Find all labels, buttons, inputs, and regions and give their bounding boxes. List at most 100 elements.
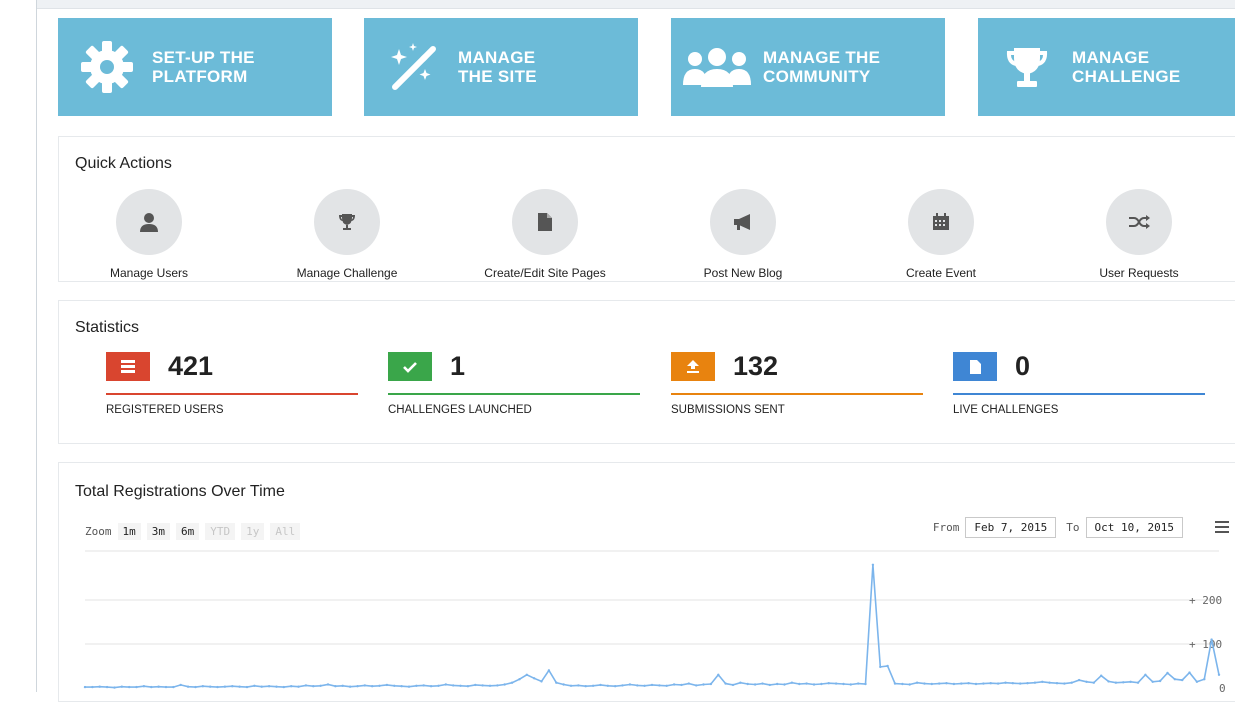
data-point [194,685,197,689]
data-point [1144,673,1147,676]
data-point [1063,682,1066,685]
data-point [1011,682,1014,685]
stat-label: CHALLENGES LAUNCHED [388,404,532,416]
series-line [85,564,1220,689]
data-point [1217,673,1221,676]
data-point [356,685,359,688]
to-label: To [1066,521,1080,534]
data-point [930,682,933,686]
data-point [849,683,852,686]
data-point [783,683,786,686]
data-point [746,682,749,686]
data-point [400,685,403,688]
data-point [1122,681,1125,684]
data-point [422,684,425,687]
stat-underline [106,393,358,395]
trophy-icon [998,38,1056,96]
data-point [805,682,808,685]
data-point [1210,638,1213,641]
data-point [636,684,639,687]
data-point [407,685,411,688]
quick-action-label: Create/Edit Site Pages [484,266,606,280]
data-point [231,685,234,688]
data-point [599,683,602,687]
data-point [164,685,168,689]
data-point [341,684,344,687]
data-point [790,681,794,684]
tile-label: MANAGE THE COMMUNITY [763,48,881,86]
data-point [172,685,175,689]
panel-title: Quick Actions [75,155,172,172]
data-point [1055,682,1059,685]
data-point [525,673,528,676]
data-point [614,685,617,688]
data-point [1181,678,1184,682]
from-label: From [932,521,960,534]
data-point [128,685,131,689]
calendar-icon [908,189,974,255]
data-point [1085,680,1088,683]
data-point [982,682,985,685]
quick-actions-panel: Quick Actions Manage Users Manage Challe… [58,136,1235,282]
data-point [216,685,219,689]
quick-action-label: User Requests [1099,266,1179,280]
quick-action-create-event[interactable]: Create Event [851,189,1031,280]
data-point [901,682,904,686]
data-point [304,684,308,687]
manage-challenge-tile[interactable]: MANAGE CHALLENGE [978,18,1235,116]
quick-action-site-pages[interactable]: Create/Edit Site Pages [455,189,635,280]
data-point [974,682,978,686]
zoom-6m-button[interactable]: 6m [176,523,200,540]
data-point [1092,681,1096,684]
data-point [1158,679,1162,683]
zoom-label: Zoom [85,525,112,538]
data-point [886,664,889,668]
setup-platform-tile[interactable]: SET-UP THE PLATFORM [58,18,332,116]
from-date-input[interactable]: Feb 7, 2015 [965,517,1057,538]
data-point [768,683,771,687]
data-point [267,685,271,688]
data-point [945,682,948,685]
data-point [761,682,764,685]
data-point [1070,681,1073,684]
quick-action-manage-users[interactable]: Manage Users [59,189,239,280]
data-point [1151,680,1154,683]
data-point [238,685,241,688]
data-point [496,684,499,687]
data-point [908,683,911,686]
quick-action-label: Manage Challenge [296,266,398,280]
data-point [113,686,116,689]
data-point [562,683,565,686]
data-point [201,685,204,688]
top-bar [36,0,1235,9]
data-point [297,685,300,688]
data-point [569,684,573,687]
hamburger-menu-icon[interactable] [1215,521,1229,536]
data-point [452,684,455,687]
data-point [209,685,212,688]
data-point [91,685,94,689]
quick-action-manage-challenge[interactable]: Manage Challenge [257,189,437,280]
zoom-3m-button[interactable]: 3m [146,523,170,540]
manage-community-tile[interactable]: MANAGE THE COMMUNITY [671,18,945,116]
data-point [312,685,315,688]
data-point [415,684,418,687]
data-point [1100,674,1103,677]
data-point [282,685,285,689]
data-point [429,685,433,688]
manage-site-tile[interactable]: MANAGE THE SITE [364,18,638,116]
user-icon [116,189,182,255]
to-date-input[interactable]: Oct 10, 2015 [1085,517,1183,538]
data-point [658,684,661,687]
data-point [326,683,330,686]
data-point [503,683,506,686]
quick-action-user-requests[interactable]: User Requests [1049,189,1229,280]
data-point [989,682,992,685]
data-point [1166,671,1169,675]
data-point [1195,680,1199,683]
quick-action-post-blog[interactable]: Post New Blog [653,189,833,280]
zoom-1m-button[interactable]: 1m [117,523,141,540]
data-point [157,685,160,688]
data-point [518,678,521,681]
data-point [1048,681,1051,684]
